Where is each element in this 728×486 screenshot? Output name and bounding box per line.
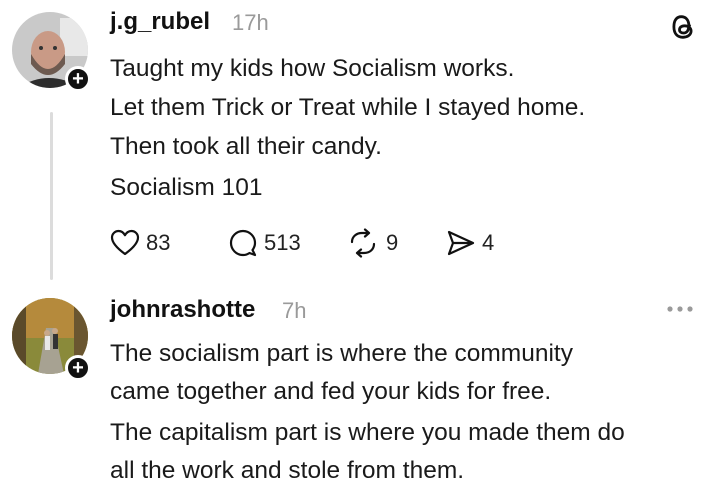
repost-count: 9	[386, 230, 399, 255]
post-text-line: Then took all their candy.	[110, 133, 382, 160]
reply-text-line: all the work and stole from them.	[110, 457, 465, 484]
reply-count: 513	[264, 230, 301, 255]
thread-connector-line	[50, 112, 53, 280]
plus-icon: +	[72, 357, 84, 379]
more-icon[interactable]	[660, 300, 700, 318]
post-text-line: Taught my kids how Socialism works.	[110, 55, 515, 82]
follow-reply-author-button[interactable]: +	[65, 355, 91, 381]
share-button[interactable]: 4	[446, 228, 494, 258]
reply-text-line: The socialism part is where the communit…	[110, 340, 573, 367]
comment-icon	[229, 229, 257, 257]
heart-icon	[110, 229, 140, 256]
reply-username[interactable]: johnrashotte	[110, 296, 255, 324]
reply-button[interactable]: 513	[228, 228, 301, 258]
repost-icon	[350, 228, 376, 258]
threads-screenshot: + j.g_rubel 17h Taught my kids how Socia…	[0, 0, 728, 485]
like-button[interactable]: 83	[110, 228, 170, 258]
post-username[interactable]: j.g_rubel	[110, 8, 210, 36]
post-timestamp: 17h	[232, 10, 269, 35]
threads-icon[interactable]	[666, 10, 700, 44]
plus-icon: +	[72, 68, 84, 90]
like-count: 83	[146, 230, 171, 255]
post-text-line: Socialism 101	[110, 174, 263, 201]
reply-text-line: came together and fed your kids for free…	[110, 378, 552, 405]
send-icon	[447, 230, 475, 256]
reply-text-line: The capitalism part is where you made th…	[110, 419, 625, 446]
repost-button[interactable]: 9	[346, 228, 398, 258]
follow-post-author-button[interactable]: +	[65, 66, 91, 92]
share-count: 4	[482, 230, 495, 255]
reply-timestamp: 7h	[282, 298, 307, 323]
post-text-line: Let them Trick or Treat while I stayed h…	[110, 94, 586, 121]
